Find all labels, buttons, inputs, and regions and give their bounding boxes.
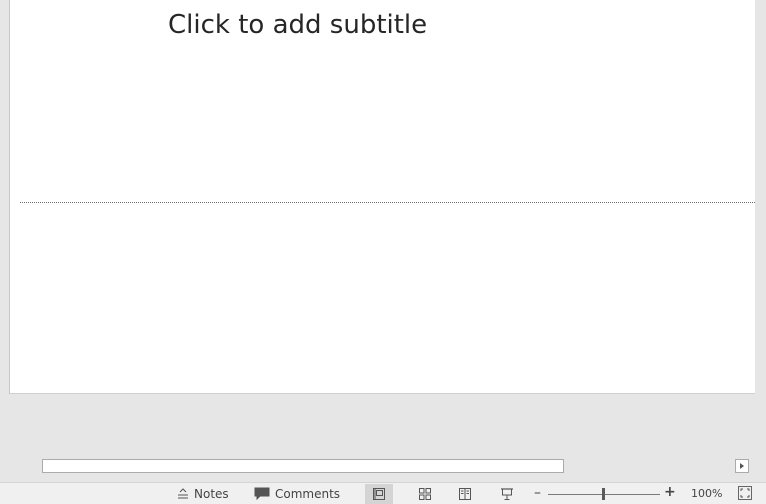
scroll-right-button[interactable] [735, 459, 749, 473]
zoom-level[interactable]: 100% [691, 487, 722, 500]
horizontal-scrollbar[interactable] [42, 459, 564, 473]
notes-button[interactable]: Notes [177, 483, 229, 504]
comments-button[interactable]: Comments [254, 483, 340, 504]
slide-sorter-icon [419, 488, 431, 500]
notes-label: Notes [194, 486, 229, 501]
presentation-editor: Click to add subtitle Notes Comments – +… [0, 0, 766, 504]
fit-to-window-button[interactable] [738, 486, 752, 500]
slide-sorter-button[interactable] [411, 484, 439, 504]
slide-canvas[interactable]: Click to add subtitle [10, 0, 755, 394]
subtitle-placeholder[interactable]: Click to add subtitle [20, 0, 755, 203]
slide-show-icon [501, 488, 513, 500]
normal-view-icon [373, 488, 385, 500]
status-bar: Notes Comments – + 100% [0, 482, 766, 504]
comments-label: Comments [275, 486, 341, 501]
zoom-slider-thumb[interactable] [602, 488, 605, 500]
subtitle-placeholder-text[interactable]: Click to add subtitle [168, 10, 427, 40]
fit-to-window-icon [738, 486, 752, 500]
reading-view-icon [459, 488, 471, 500]
notes-icon [178, 487, 188, 498]
vertical-scrollbar-area[interactable] [755, 0, 766, 393]
normal-view-button[interactable] [365, 484, 393, 504]
reading-view-button[interactable] [451, 484, 479, 504]
comment-icon [254, 487, 270, 500]
zoom-out-button[interactable]: – [534, 485, 541, 501]
zoom-in-button[interactable]: + [664, 484, 676, 500]
slide-show-button[interactable] [493, 484, 521, 504]
